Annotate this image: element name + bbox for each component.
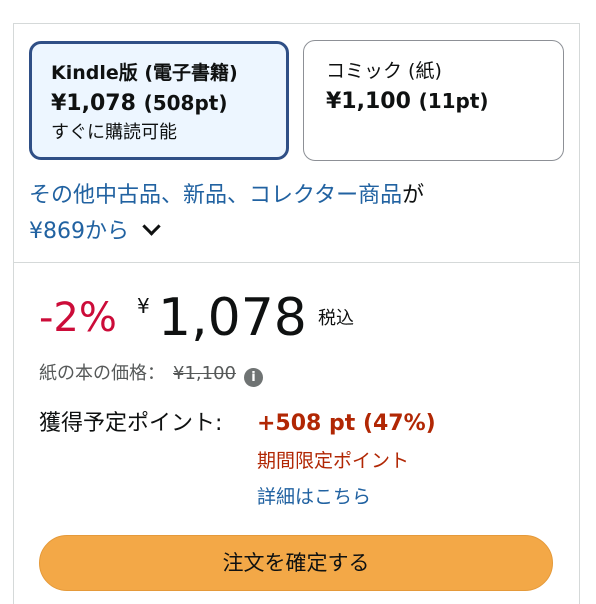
format-name: コミック (紙) xyxy=(326,60,442,82)
other-offers-price[interactable]: ¥869から xyxy=(29,219,129,244)
points-value: +508 pt (47%) xyxy=(257,411,436,436)
section-divider xyxy=(14,262,579,263)
format-price: ¥1,078 (508pt) xyxy=(51,89,286,118)
format-price: ¥1,100 (11pt) xyxy=(326,87,563,116)
info-icon[interactable]: i xyxy=(243,368,263,387)
other-offers-suffix: が xyxy=(402,183,425,208)
price-amount: 1,078 xyxy=(158,288,307,348)
format-option-comic[interactable]: コミック (紙) ¥1,100 (11pt) xyxy=(303,40,564,161)
format-availability: すぐに購読可能 xyxy=(51,122,177,143)
discount-percent: -2% xyxy=(39,295,117,341)
chevron-down-icon[interactable] xyxy=(142,217,161,236)
format-price-value: ¥1,100 xyxy=(326,89,411,114)
format-price-value: ¥1,078 xyxy=(51,91,136,116)
format-points: (508pt) xyxy=(143,91,228,115)
points-details-link[interactable]: 詳細はこちら xyxy=(257,483,371,511)
tax-label: 税込 xyxy=(318,308,354,329)
list-price-label: 紙の本の価格： xyxy=(39,363,165,384)
place-order-button[interactable]: 注文を確定する xyxy=(39,535,553,591)
points-label: 獲得予定ポイント: xyxy=(39,411,223,436)
list-price-row: 紙の本の価格： ¥1,100 i xyxy=(39,360,263,388)
other-offers-text[interactable]: その他中古品、新品、コレクター商品 xyxy=(29,183,402,208)
format-option-kindle[interactable]: Kindle版 (電子書籍) ¥1,078 (508pt) すぐに購読可能 xyxy=(29,41,289,160)
list-price-value: ¥1,100 xyxy=(173,363,236,384)
other-offers-link[interactable]: その他中古品、新品、コレクター商品が ¥869から xyxy=(29,178,559,250)
limited-points-label: 期間限定ポイント xyxy=(257,450,410,472)
format-name: Kindle版 (電子書籍) xyxy=(51,62,238,84)
format-points: (11pt) xyxy=(418,89,489,113)
currency-symbol: ¥ xyxy=(137,294,150,318)
